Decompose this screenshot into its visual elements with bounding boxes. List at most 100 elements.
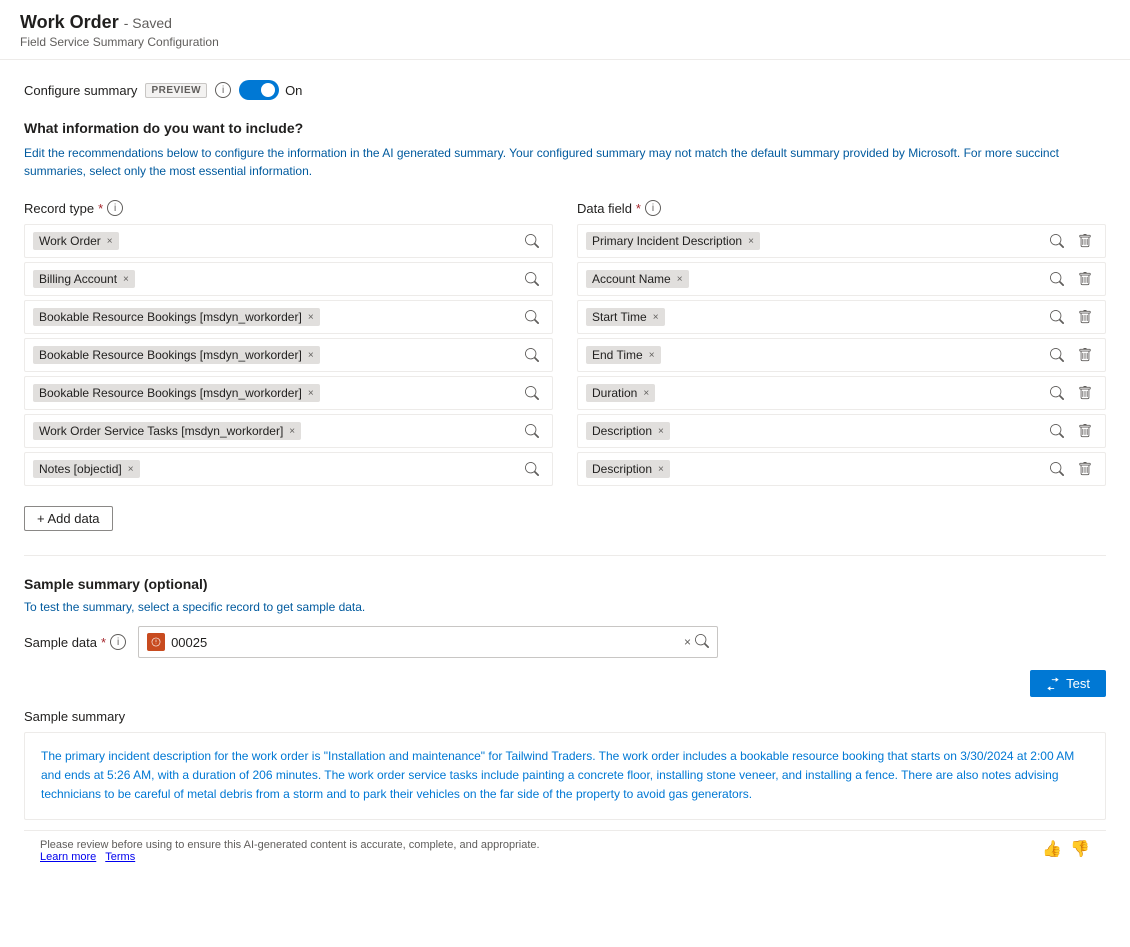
search-record-type-6[interactable]: [520, 419, 544, 443]
remove-record-type-7[interactable]: ×: [128, 464, 134, 475]
record-type-tag-5: Bookable Resource Bookings [msdyn_workor…: [33, 384, 320, 402]
remove-data-field-6[interactable]: ×: [658, 426, 664, 437]
search-record-type-4[interactable]: [520, 343, 544, 367]
search-record-type-3[interactable]: [520, 305, 544, 329]
remove-record-type-2[interactable]: ×: [123, 274, 129, 285]
sample-data-input[interactable]: 00025 ×: [138, 626, 718, 658]
delete-data-field-5[interactable]: [1073, 381, 1097, 405]
thumbs-up-icon[interactable]: 👍: [1042, 839, 1062, 859]
record-type-row-6: Work Order Service Tasks [msdyn_workorde…: [24, 414, 553, 448]
delete-data-field-4[interactable]: [1073, 343, 1097, 367]
sample-section: Sample summary (optional) To test the su…: [24, 555, 1106, 871]
data-field-row-4: End Time ×: [577, 338, 1106, 372]
record-type-header: Record type * i: [24, 200, 553, 216]
delete-data-field-1[interactable]: [1073, 229, 1097, 253]
remove-record-type-1[interactable]: ×: [107, 236, 113, 247]
remove-record-type-3[interactable]: ×: [308, 312, 314, 323]
add-data-button[interactable]: + Add data: [24, 506, 113, 531]
sample-data-info-icon[interactable]: i: [110, 634, 126, 650]
footer-note-content: Please review before using to ensure thi…: [40, 839, 540, 851]
learn-more-link[interactable]: Learn more: [40, 851, 96, 863]
thumbs-down-icon[interactable]: 👎: [1070, 839, 1090, 859]
record-type-tag-6: Work Order Service Tasks [msdyn_workorde…: [33, 422, 301, 440]
search-record-type-5[interactable]: [520, 381, 544, 405]
footer-note-text: Please review before using to ensure thi…: [40, 839, 540, 863]
title-text: Work Order: [20, 12, 119, 32]
remove-data-field-5[interactable]: ×: [643, 388, 649, 399]
record-type-tag-7: Notes [objectid] ×: [33, 460, 140, 478]
remove-data-field-7[interactable]: ×: [658, 464, 664, 475]
record-type-row-7: Notes [objectid] ×: [24, 452, 553, 486]
search-data-field-4[interactable]: [1045, 343, 1069, 367]
record-type-tag-2: Billing Account ×: [33, 270, 135, 288]
record-type-label: Record type: [24, 201, 94, 216]
record-type-tag-3: Bookable Resource Bookings [msdyn_workor…: [33, 308, 320, 326]
data-field-tag-3: Start Time ×: [586, 308, 665, 326]
search-record-type-1[interactable]: [520, 229, 544, 253]
search-record-type-7[interactable]: [520, 457, 544, 481]
data-field-tag-1: Primary Incident Description ×: [586, 232, 760, 250]
record-type-info-icon[interactable]: i: [107, 200, 123, 216]
search-sample-icon[interactable]: [695, 634, 709, 651]
record-type-tag-1: Work Order ×: [33, 232, 119, 250]
record-type-required: *: [98, 201, 103, 216]
search-data-field-5[interactable]: [1045, 381, 1069, 405]
record-type-column: Record type * i Work Order × Billing Ac: [24, 200, 553, 490]
data-field-tag-6: Description ×: [586, 422, 670, 440]
data-field-info-icon[interactable]: i: [645, 200, 661, 216]
record-type-row-3: Bookable Resource Bookings [msdyn_workor…: [24, 300, 553, 334]
sample-section-title: Sample summary (optional): [24, 576, 1106, 592]
terms-link[interactable]: Terms: [105, 851, 135, 863]
remove-data-field-1[interactable]: ×: [748, 236, 754, 247]
data-field-row-2: Account Name ×: [577, 262, 1106, 296]
toggle-state-label: On: [285, 83, 302, 98]
test-button[interactable]: Test: [1030, 670, 1106, 697]
data-field-header: Data field * i: [577, 200, 1106, 216]
data-field-tag-7: Description ×: [586, 460, 670, 478]
page-subtitle: Field Service Summary Configuration: [20, 35, 1110, 49]
sample-data-row: Sample data * i 00025 ×: [24, 626, 1106, 658]
data-field-row-7: Description ×: [577, 452, 1106, 486]
preview-badge: PREVIEW: [145, 83, 207, 98]
section-info-text: Edit the recommendations below to config…: [24, 144, 1106, 180]
configure-label: Configure summary: [24, 83, 137, 98]
fields-grid: Record type * i Work Order × Billing Ac: [24, 200, 1106, 490]
search-data-field-6[interactable]: [1045, 419, 1069, 443]
search-data-field-3[interactable]: [1045, 305, 1069, 329]
record-type-row-2: Billing Account ×: [24, 262, 553, 296]
remove-record-type-4[interactable]: ×: [308, 350, 314, 361]
sample-info-text: To test the summary, select a specific r…: [24, 600, 1106, 614]
configure-info-icon[interactable]: i: [215, 82, 231, 98]
data-field-column: Data field * i Primary Incident Descript…: [577, 200, 1106, 490]
summary-text: The primary incident description for the…: [41, 749, 1074, 801]
sample-record-icon: [147, 633, 165, 651]
summary-box: The primary incident description for the…: [24, 732, 1106, 820]
configure-summary-row: Configure summary PREVIEW i On: [24, 80, 1106, 100]
delete-data-field-3[interactable]: [1073, 305, 1097, 329]
delete-data-field-6[interactable]: [1073, 419, 1097, 443]
data-field-row-3: Start Time ×: [577, 300, 1106, 334]
search-record-type-2[interactable]: [520, 267, 544, 291]
delete-data-field-2[interactable]: [1073, 267, 1097, 291]
data-field-row-6: Description ×: [577, 414, 1106, 448]
data-field-required: *: [636, 201, 641, 216]
data-field-tag-5: Duration ×: [586, 384, 655, 402]
record-type-tag-4: Bookable Resource Bookings [msdyn_workor…: [33, 346, 320, 364]
remove-sample-record[interactable]: ×: [684, 635, 691, 649]
page-header: Work Order - Saved Field Service Summary…: [0, 0, 1130, 60]
remove-record-type-5[interactable]: ×: [308, 388, 314, 399]
search-data-field-2[interactable]: [1045, 267, 1069, 291]
delete-data-field-7[interactable]: [1073, 457, 1097, 481]
saved-status: - Saved: [124, 15, 172, 31]
remove-record-type-6[interactable]: ×: [289, 426, 295, 437]
search-data-field-7[interactable]: [1045, 457, 1069, 481]
data-field-label: Data field: [577, 201, 632, 216]
search-data-field-1[interactable]: [1045, 229, 1069, 253]
toggle-container: On: [239, 80, 302, 100]
remove-data-field-4[interactable]: ×: [649, 350, 655, 361]
summary-toggle[interactable]: [239, 80, 279, 100]
sample-data-label: Sample data * i: [24, 634, 126, 650]
remove-data-field-3[interactable]: ×: [653, 312, 659, 323]
remove-data-field-2[interactable]: ×: [677, 274, 683, 285]
data-field-row-1: Primary Incident Description ×: [577, 224, 1106, 258]
